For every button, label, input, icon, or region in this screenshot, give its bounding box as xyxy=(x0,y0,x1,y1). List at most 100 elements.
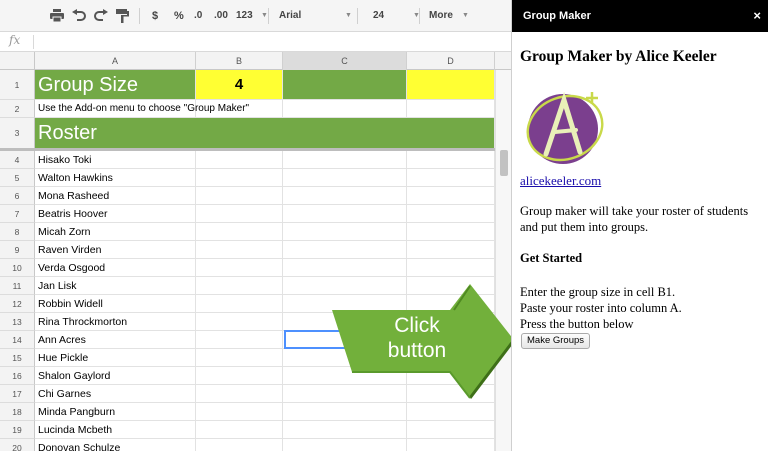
decrease-decimal-button[interactable]: .0 xyxy=(194,0,202,32)
cell-b[interactable] xyxy=(196,439,283,451)
row-header[interactable]: 20 xyxy=(0,439,35,451)
roster-name-cell[interactable]: Shalon Gaylord xyxy=(35,367,196,385)
roster-name-cell[interactable]: Jan Lisk xyxy=(35,277,196,295)
cell-b[interactable] xyxy=(196,367,283,385)
cell-d[interactable] xyxy=(407,421,495,439)
roster-name-cell[interactable]: Raven Virden xyxy=(35,241,196,259)
cell-b[interactable] xyxy=(196,205,283,223)
scrollbar-thumb[interactable] xyxy=(500,150,508,176)
paint-format-icon[interactable] xyxy=(116,0,129,32)
currency-button[interactable]: $ xyxy=(152,0,158,32)
row-header[interactable]: 12 xyxy=(0,295,35,313)
cell-d[interactable] xyxy=(407,187,495,205)
cell-c1[interactable] xyxy=(283,70,407,100)
cell-c[interactable] xyxy=(283,169,407,187)
row-header[interactable]: 13 xyxy=(0,313,35,331)
cell-d2[interactable] xyxy=(407,100,495,118)
row-header[interactable]: 15 xyxy=(0,349,35,367)
roster-name-cell[interactable]: Walton Hawkins xyxy=(35,169,196,187)
cell-d[interactable] xyxy=(407,259,495,277)
cell-b[interactable] xyxy=(196,241,283,259)
cell-c[interactable] xyxy=(283,151,407,169)
row-header[interactable]: 16 xyxy=(0,367,35,385)
roster-name-cell[interactable]: Donovan Schulze xyxy=(35,439,196,451)
roster-name-cell[interactable]: Minda Pangburn xyxy=(35,403,196,421)
cell-b[interactable] xyxy=(196,385,283,403)
roster-name-cell[interactable]: Hue Pickle xyxy=(35,349,196,367)
roster-name-cell[interactable]: Lucinda Mcbeth xyxy=(35,421,196,439)
formula-input[interactable] xyxy=(36,32,506,51)
row-header[interactable]: 4 xyxy=(0,151,35,169)
cell-b[interactable] xyxy=(196,421,283,439)
roster-name-cell[interactable]: Mona Rasheed xyxy=(35,187,196,205)
cell-d[interactable] xyxy=(407,205,495,223)
cell-a3-roster-header[interactable]: Roster xyxy=(35,118,495,149)
cell-b[interactable] xyxy=(196,313,283,331)
cell-b[interactable] xyxy=(196,349,283,367)
roster-name-cell[interactable]: Chi Garnes xyxy=(35,385,196,403)
cell-d[interactable] xyxy=(407,403,495,421)
cell-b[interactable] xyxy=(196,169,283,187)
cell-d[interactable] xyxy=(407,439,495,451)
font-family-dropdown[interactable]: Arial ▼ xyxy=(279,0,352,32)
cell-d[interactable] xyxy=(407,241,495,259)
row-header[interactable]: 9 xyxy=(0,241,35,259)
cell-c[interactable] xyxy=(283,403,407,421)
row-header[interactable]: 8 xyxy=(0,223,35,241)
roster-name-cell[interactable]: Hisako Toki xyxy=(35,151,196,169)
row-header[interactable]: 1 xyxy=(0,70,35,100)
cell-a1-group-size-label[interactable]: Group Size xyxy=(35,70,196,100)
roster-name-cell[interactable]: Beatris Hoover xyxy=(35,205,196,223)
cell-c[interactable] xyxy=(283,259,407,277)
cell-c[interactable] xyxy=(283,439,407,451)
increase-decimal-button[interactable]: .00 xyxy=(214,0,228,32)
alicekeeler-link[interactable]: alicekeeler.com xyxy=(520,173,601,189)
roster-name-cell[interactable]: Micah Zorn xyxy=(35,223,196,241)
cell-a2-instruction[interactable]: Use the Add-on menu to choose "Group Mak… xyxy=(35,100,249,118)
row-header[interactable]: 5 xyxy=(0,169,35,187)
cell-b[interactable] xyxy=(196,187,283,205)
roster-name-cell[interactable]: Robbin Widell xyxy=(35,295,196,313)
column-header-c[interactable]: C xyxy=(283,52,407,70)
row-header[interactable]: 2 xyxy=(0,100,35,118)
redo-icon[interactable] xyxy=(94,0,108,32)
row-header[interactable]: 7 xyxy=(0,205,35,223)
row-header[interactable]: 11 xyxy=(0,277,35,295)
percent-button[interactable]: % xyxy=(174,0,184,32)
cell-c[interactable] xyxy=(283,241,407,259)
roster-name-cell[interactable]: Rina Throckmorton xyxy=(35,313,196,331)
print-icon[interactable] xyxy=(50,0,64,32)
row-header[interactable]: 19 xyxy=(0,421,35,439)
row-header[interactable]: 10 xyxy=(0,259,35,277)
cell-d[interactable] xyxy=(407,223,495,241)
cell-c[interactable] xyxy=(283,223,407,241)
cell-c2[interactable] xyxy=(283,100,407,118)
cell-d[interactable] xyxy=(407,169,495,187)
cell-b[interactable] xyxy=(196,403,283,421)
close-icon[interactable]: × xyxy=(753,0,761,32)
undo-icon[interactable] xyxy=(72,0,86,32)
cell-b2[interactable] xyxy=(196,100,283,118)
font-size-dropdown[interactable]: 24 ▼ xyxy=(373,0,420,32)
cell-b[interactable] xyxy=(196,259,283,277)
cell-b[interactable] xyxy=(196,151,283,169)
number-format-dropdown[interactable]: 123 ▼ xyxy=(236,0,268,32)
roster-name-cell[interactable]: Verda Osgood xyxy=(35,259,196,277)
row-header[interactable]: 18 xyxy=(0,403,35,421)
more-dropdown[interactable]: More ▼ xyxy=(429,0,474,32)
row-header[interactable]: 3 xyxy=(0,118,35,149)
row-header[interactable]: 14 xyxy=(0,331,35,349)
column-header-d[interactable]: D xyxy=(407,52,495,70)
cell-b1-group-size-value[interactable]: 4 xyxy=(196,70,283,100)
row-header[interactable]: 17 xyxy=(0,385,35,403)
cell-d1[interactable] xyxy=(407,70,495,100)
column-header-b[interactable]: B xyxy=(196,52,283,70)
cell-d[interactable] xyxy=(407,151,495,169)
select-all-corner[interactable] xyxy=(0,52,35,70)
cell-b[interactable] xyxy=(196,331,283,349)
cell-b[interactable] xyxy=(196,295,283,313)
column-header-a[interactable]: A xyxy=(35,52,196,70)
cell-b[interactable] xyxy=(196,277,283,295)
cell-c[interactable] xyxy=(283,421,407,439)
row-header[interactable]: 6 xyxy=(0,187,35,205)
